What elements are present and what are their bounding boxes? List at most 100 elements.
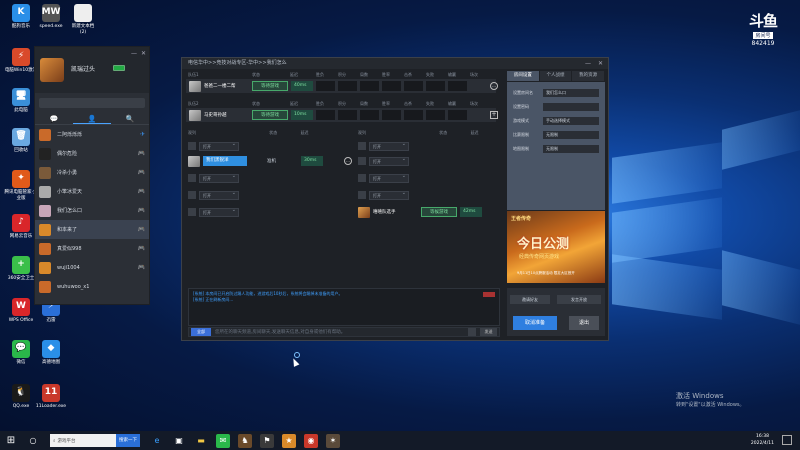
friend-list-item[interactable]: wuhuwoo_x1 xyxy=(35,277,149,296)
task-view-icon[interactable]: ▣ xyxy=(172,434,186,448)
friend-list-item[interactable]: 小笨冰爱天 🎮 xyxy=(35,182,149,201)
desktop-icon[interactable]: 🐧 QQ.exe xyxy=(4,384,38,410)
wechat-icon[interactable]: ✉ xyxy=(216,433,230,448)
slot-dropdown[interactable]: 打开 xyxy=(369,141,409,151)
search-button[interactable]: 搜索一下 xyxy=(116,434,140,447)
ping-value: 42ms xyxy=(460,207,482,217)
avatar[interactable] xyxy=(40,58,64,82)
chat-flag-icon[interactable] xyxy=(483,292,495,297)
slot-checkbox[interactable] xyxy=(188,174,196,182)
game-app-icon[interactable]: ◉ xyxy=(304,433,318,448)
game-mode-select[interactable]: 手动选择模式 xyxy=(543,116,599,125)
invite-friends-button[interactable]: 邀请好友 xyxy=(510,295,550,304)
desktop-icon[interactable]: ♪ 网易云音乐 xyxy=(4,214,38,240)
desktop-icon[interactable]: +360安全卫士 xyxy=(4,256,38,282)
slot-checkbox[interactable] xyxy=(358,157,366,165)
slot-dropdown[interactable]: 打开 xyxy=(199,173,239,183)
desktop-icon[interactable]: ⚡ 电脑Win10激活 xyxy=(4,48,38,74)
more-icon[interactable]: ··· xyxy=(490,82,498,90)
tab-room-settings[interactable]: 房间设置 xyxy=(507,71,539,81)
slot-dropdown[interactable]: 打开 xyxy=(199,207,239,217)
slot-checkbox[interactable] xyxy=(358,174,366,182)
quit-button[interactable]: 退出 xyxy=(569,316,599,330)
slot-dropdown[interactable]: 打开 xyxy=(199,141,239,151)
slot-dropdown[interactable]: 打开 xyxy=(369,173,409,183)
chat-input[interactable]: 您所在的聊天频道,房间聊天,发送聊天信息,对自身或他们有帮助。 xyxy=(215,329,468,335)
room-name-field[interactable]: 我们怎么口 xyxy=(543,88,599,97)
tab-my-resources[interactable]: 我的资源 xyxy=(572,71,605,81)
friend-list-item[interactable]: 冷杀小勇 🎮 xyxy=(35,163,149,182)
slot-checkbox[interactable] xyxy=(358,142,366,150)
friend-list-item[interactable]: 真爱似998 🎮 xyxy=(35,239,149,258)
friend-list-item[interactable]: 偶尔危险 🎮 xyxy=(35,144,149,163)
add-slot-icon[interactable]: + xyxy=(490,111,498,119)
friend-list-item[interactable]: wuji1004 🎮 xyxy=(35,258,149,277)
chat-bubble-icon[interactable]: ··· xyxy=(344,157,352,165)
friend-list-item[interactable]: 二阿烁烁烁 ✈ xyxy=(35,125,149,144)
cancel-ready-button[interactable]: 取消准备 xyxy=(513,316,557,330)
minimize-icon[interactable]: — xyxy=(585,58,591,69)
friend-search-input[interactable] xyxy=(39,98,145,108)
game-app-icon[interactable]: ♞ xyxy=(238,433,252,448)
file-explorer-icon[interactable]: ▬ xyxy=(194,434,208,448)
notification-icon[interactable] xyxy=(782,435,792,445)
taskbar-search-input[interactable]: ⌕ 游戏平台 xyxy=(50,434,116,447)
tab-personal-record[interactable]: 个人战绩 xyxy=(539,71,572,81)
minimize-icon[interactable]: — xyxy=(131,50,137,57)
bench-slot-occupied[interactable]: 我们黑锐洋 准机 30ms xyxy=(188,155,358,167)
game-app-icon[interactable]: ⚑ xyxy=(260,433,274,448)
desktop-icon[interactable]: MW speed.exe xyxy=(34,4,68,30)
slot-checkbox[interactable] xyxy=(188,191,196,199)
clock[interactable]: 16:38 2022/4/11 xyxy=(751,433,774,447)
slot-dropdown[interactable]: 打开 xyxy=(369,190,409,200)
bench-slot-occupied[interactable]: 嘻嘻队选手 等候游戏 42ms xyxy=(358,206,508,218)
bench-slot[interactable]: 打开 xyxy=(358,155,500,167)
team2-player-row[interactable]: 马史哥孙越 等待游戏 10ms xyxy=(186,108,496,122)
game-app-icon[interactable]: ★ xyxy=(282,433,296,448)
edge-icon[interactable]: e xyxy=(150,434,164,448)
avatar xyxy=(189,80,201,92)
desktop-icon[interactable]: 🖥 此电脑 xyxy=(4,88,38,114)
desktop-icon[interactable]: 💬 微信 xyxy=(4,340,38,366)
bench-slot[interactable]: 打开 xyxy=(358,189,500,201)
bench-slot[interactable]: 打开 xyxy=(188,206,330,218)
bench-slot[interactable]: 打开 xyxy=(188,172,330,184)
bench-slot[interactable]: 打开 xyxy=(358,140,500,152)
slot-checkbox[interactable] xyxy=(188,208,196,216)
slot-checkbox[interactable] xyxy=(358,191,366,199)
desktop-icon[interactable]: 🗑 回收站 xyxy=(4,128,38,154)
status-toggle[interactable] xyxy=(113,65,125,71)
friend-list-item[interactable]: 我们怎么口 🎮 xyxy=(35,201,149,220)
desktop-icon[interactable]: ✦ 腾讯电脑管家·企业版 xyxy=(4,170,38,201)
search-icon[interactable]: ○ xyxy=(26,434,40,448)
password-field[interactable] xyxy=(543,102,599,111)
desktop-icon[interactable]: 新建文本档 (2) xyxy=(66,4,100,35)
close-icon[interactable]: ✕ xyxy=(141,50,146,57)
emoji-icon[interactable] xyxy=(468,328,476,336)
match-limit-select[interactable]: 无限制 xyxy=(543,130,599,139)
desktop-icon[interactable]: K 酷狗音乐 xyxy=(4,4,38,30)
close-icon[interactable]: ✕ xyxy=(598,58,603,69)
slot-dropdown[interactable]: 打开 xyxy=(369,156,409,166)
tab-friends[interactable]: 👤 xyxy=(73,113,111,124)
friend-list-item[interactable]: 和本来了 🎮 xyxy=(35,220,149,239)
send-button[interactable]: 发送 xyxy=(480,328,497,336)
chat-channel-select[interactable]: 全部 xyxy=(191,328,211,336)
desktop-icon[interactable]: W WPS Office xyxy=(4,298,38,324)
slot-checkbox[interactable] xyxy=(188,142,196,150)
slot-dropdown[interactable]: 打开 xyxy=(199,190,239,200)
desktop-icon[interactable]: ◆ 高德地图 xyxy=(34,340,68,366)
game-app-icon[interactable]: ✶ xyxy=(326,433,340,448)
tab-search[interactable]: 🔍 xyxy=(111,113,149,124)
windows-start-icon[interactable]: ⊞ xyxy=(4,434,18,448)
desktop-icon[interactable]: 11 11Loader.exe xyxy=(34,384,68,410)
team1-player-row[interactable]: 爸爸二一楼二帮 等待游戏 40ms xyxy=(186,79,496,93)
voice-toggle-button[interactable]: 发言开放 xyxy=(557,295,601,304)
ad-banner[interactable]: 王者传奇 今日公测 经典传奇网页游戏 9月11日10点跨服活动 限定大区首开 xyxy=(507,211,605,283)
bench-slot[interactable]: 打开 xyxy=(358,172,500,184)
map-limit-select[interactable]: 无限制 xyxy=(543,144,599,153)
bench-slot[interactable]: 打开 xyxy=(188,140,330,152)
taskbar: ⊞ ○ ⌕ 游戏平台 搜索一下 e ▣ ▬ ✉ ♞ ⚑ ★ ◉ ✶ 16:38 … xyxy=(0,431,800,450)
tab-chat[interactable]: 💬 xyxy=(35,113,73,124)
bench-slot[interactable]: 打开 xyxy=(188,189,330,201)
